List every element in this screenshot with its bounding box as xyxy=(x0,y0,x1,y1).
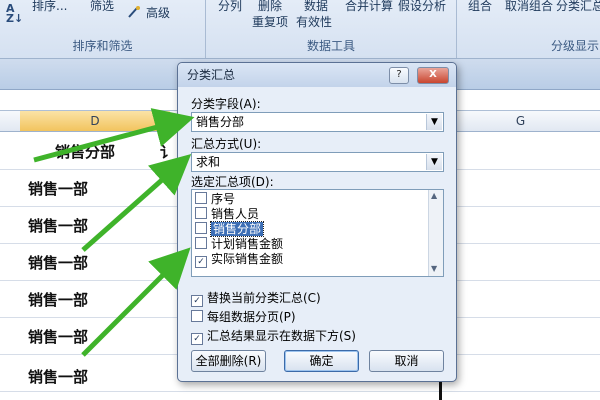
arrow-to-function xyxy=(81,154,192,252)
arrow-to-items xyxy=(81,247,191,357)
annotation-arrows xyxy=(33,108,195,357)
arrow-to-group-by xyxy=(33,108,195,163)
